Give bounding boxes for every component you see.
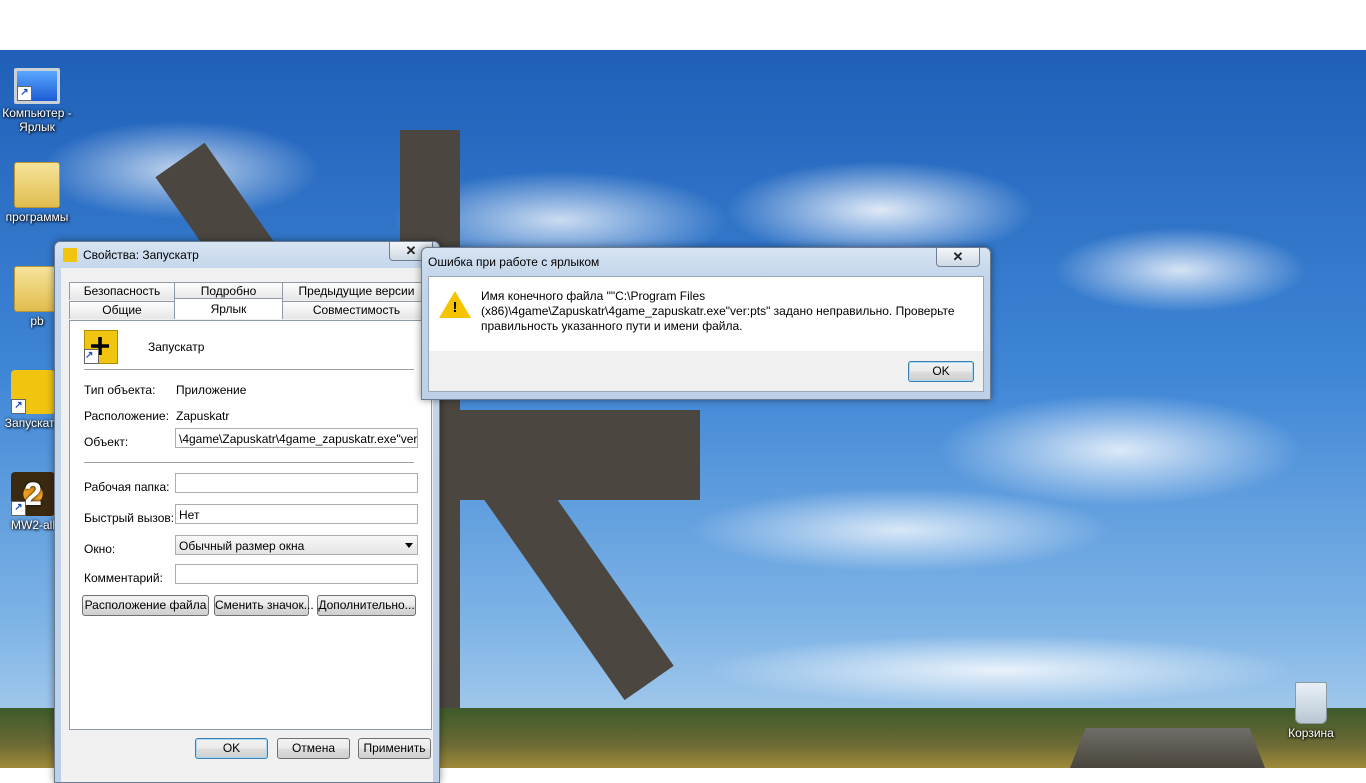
target-input[interactable]: \4game\Zapuskatr\4game_zapuskatr.exe"ver…: [175, 428, 418, 448]
separator: [84, 369, 414, 370]
shortcut-arrow-icon: ↗: [11, 501, 26, 516]
desktop-icon-label: pb: [30, 314, 44, 328]
location-label: Расположение:: [84, 409, 169, 423]
window-select[interactable]: Обычный размер окна: [175, 535, 418, 555]
desktop-icon-recycle-bin[interactable]: Корзина: [1275, 682, 1347, 740]
separator: [84, 462, 414, 463]
launcher-icon: ↗: [11, 370, 55, 414]
tab-security[interactable]: Безопасность: [69, 282, 175, 300]
shortcut-arrow-icon: ↗: [84, 349, 99, 364]
mw2-icon: 2 ↗: [11, 472, 55, 516]
dialog-title: Ошибка при работе с ярлыком: [428, 255, 600, 269]
workdir-input[interactable]: [175, 473, 418, 493]
advanced-button[interactable]: Дополнительно...: [317, 595, 416, 616]
type-label: Тип объекта:: [84, 383, 156, 397]
recycle-bin-icon: [1295, 682, 1327, 724]
properties-body: Безопасность Подробно Предыдущие версии …: [61, 268, 433, 782]
error-footer: OK: [428, 351, 984, 392]
desktop-icon-label: программы: [5, 210, 69, 224]
chevron-down-icon: [405, 543, 413, 548]
desktop-icon-label: Корзина: [1288, 726, 1334, 740]
target-label: Объект:: [84, 435, 129, 449]
desktop-icon-label: MW2-all: [11, 518, 55, 532]
warning-icon-mark: !: [452, 299, 458, 316]
properties-window: Свойства: Запускатр ✕ Безопасность Подро…: [54, 241, 440, 783]
error-message-area: ! Имя конечного файла ""C:\Program Files…: [428, 276, 984, 352]
shortcut-arrow-icon: ↗: [11, 399, 26, 414]
launcher-icon: [63, 248, 77, 262]
wallpaper-barn: [1070, 728, 1265, 768]
shortcut-arrow-icon: ↗: [17, 86, 32, 101]
launcher-icon: ↗: [84, 330, 118, 364]
close-button[interactable]: ✕: [936, 248, 980, 267]
properties-titlebar[interactable]: Свойства: Запускатр ✕: [55, 242, 439, 268]
comment-input[interactable]: [175, 564, 418, 584]
error-message-line: правильность указанного пути и имени фай…: [481, 319, 743, 333]
ok-button[interactable]: OK: [908, 361, 974, 382]
apply-button[interactable]: Применить: [358, 738, 431, 759]
change-icon-button[interactable]: Сменить значок...: [214, 595, 314, 616]
error-message: Имя конечного файла ""C:\Program Files (…: [481, 289, 971, 334]
comment-label: Комментарий:: [84, 571, 163, 585]
hotkey-label: Быстрый вызов:: [84, 511, 175, 525]
tab-row-2: Общие Ярлык Совместимость: [69, 298, 431, 319]
hotkey-input[interactable]: Нет: [175, 504, 418, 524]
window-select-value: Обычный размер окна: [179, 539, 305, 553]
desktop-icon-computer[interactable]: ↗ Компьютер - Ярлык: [1, 60, 73, 134]
tab-compatibility[interactable]: Совместимость: [282, 301, 431, 319]
tab-shortcut[interactable]: Ярлык: [174, 298, 283, 319]
type-value: Приложение: [176, 383, 247, 397]
shortcut-name: Запускатр: [148, 340, 205, 354]
workdir-label: Рабочая папка:: [84, 480, 170, 494]
tab-previous-versions[interactable]: Предыдущие версии: [282, 282, 431, 300]
window-label: Окно:: [84, 542, 116, 556]
file-location-button[interactable]: Расположение файла: [82, 595, 209, 616]
desktop-icon-label: Компьютер - Ярлык: [2, 106, 72, 134]
computer-icon: ↗: [14, 68, 60, 104]
ok-button[interactable]: OK: [195, 738, 268, 759]
folder-icon: [14, 162, 60, 208]
window-title: Свойства: Запускатр: [83, 248, 199, 262]
tab-general[interactable]: Общие: [69, 301, 175, 319]
error-titlebar[interactable]: Ошибка при работе с ярлыком ✕: [422, 248, 990, 274]
error-message-line: Имя конечного файла ""C:\Program Files: [481, 289, 706, 303]
cancel-button[interactable]: Отмена: [277, 738, 350, 759]
desktop-icon-programs[interactable]: программы: [1, 162, 73, 224]
desktop-icon-label: Запускатр: [4, 416, 62, 430]
error-dialog: Ошибка при работе с ярлыком ✕ ! Имя коне…: [421, 247, 991, 400]
location-value: Zapuskatr: [176, 409, 230, 423]
shortcut-tab-panel: ↗ Запускатр Тип объекта: Приложение Расп…: [69, 320, 432, 730]
error-message-line: (x86)\4game\Zapuskatr\4game_zapuskatr.ex…: [481, 304, 955, 318]
